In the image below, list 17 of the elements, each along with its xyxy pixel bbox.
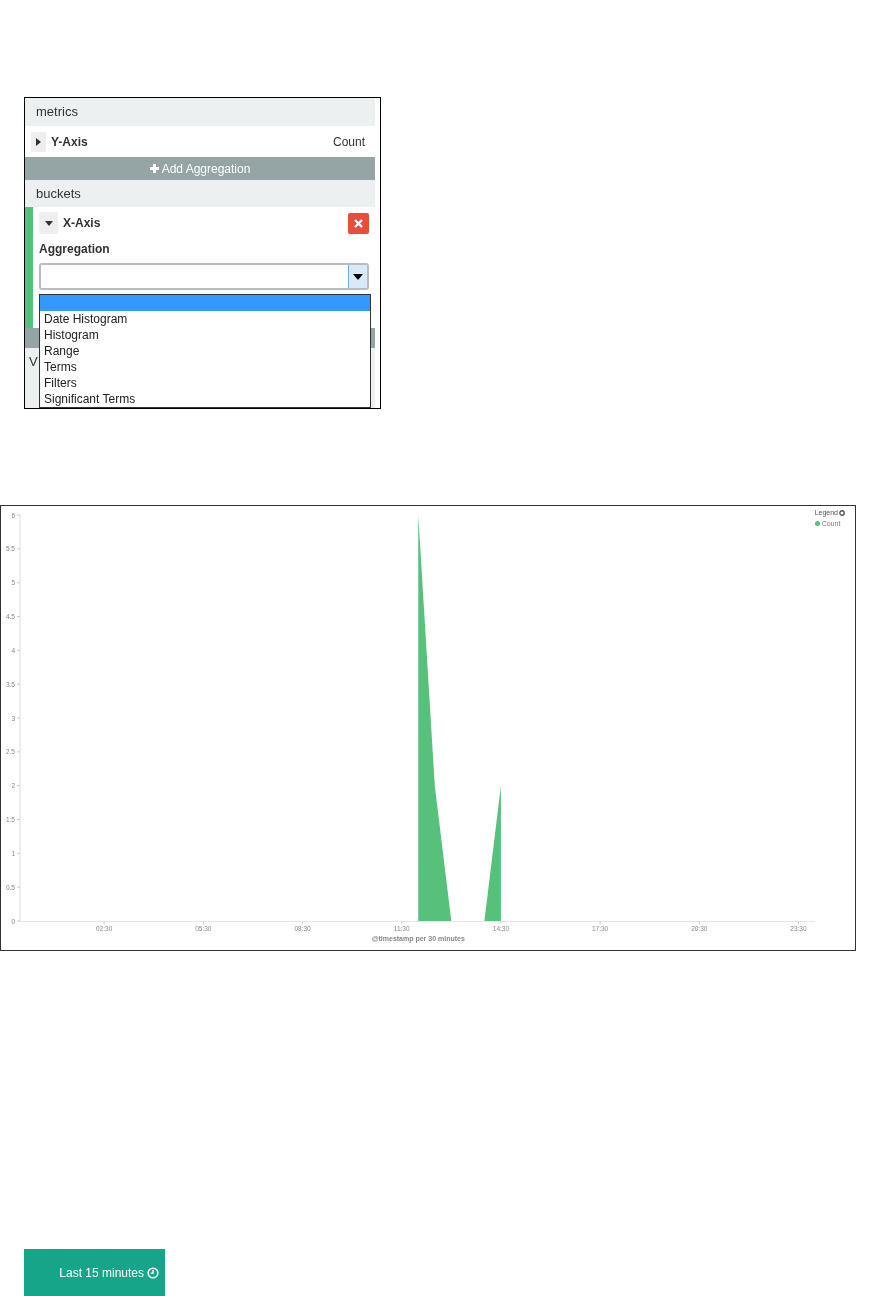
clock-icon: [147, 1266, 159, 1279]
aggregation-value: Count: [332, 133, 365, 151]
caret-icon: [36, 137, 41, 146]
legend-toggle-icon[interactable]: [839, 510, 845, 517]
axis-label: X-Axis: [63, 215, 101, 232]
section-header: V: [29, 353, 38, 372]
caret-icon: [44, 220, 53, 226]
delete-button[interactable]: [348, 212, 369, 234]
field-label: Aggregation: [39, 241, 111, 256]
expand-toggle[interactable]: [39, 212, 58, 234]
section-header: metrics: [35, 103, 79, 122]
plus-icon: [149, 164, 159, 173]
close-icon: [354, 218, 363, 228]
section-header: buckets: [35, 184, 82, 203]
dropdown-arrow-icon: [353, 273, 363, 280]
expand-toggle[interactable]: [31, 131, 46, 152]
axis-label: Y-Axis: [51, 133, 88, 151]
